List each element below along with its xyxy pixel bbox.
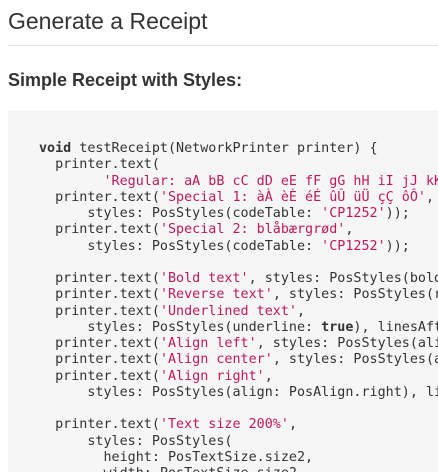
code-text: , — [425, 189, 435, 205]
code-line: 'Regular: aA bB cC dD eE fF gG hH iI jJ … — [39, 174, 438, 190]
code-string: 'Special 1: àÀ èÈ éÉ ûÛ üÜ çÇ ôÔ' — [159, 189, 426, 205]
code-line: printer.text('Align left', styles: PosSt… — [39, 336, 438, 352]
code-text: testReceipt(NetworkPrinter printer) { — [71, 141, 378, 156]
code-text: ), linesAfter — [353, 319, 438, 335]
code-string: 'Align left' — [159, 336, 257, 351]
code-string: 'Align center' — [159, 352, 273, 368]
code-string: 'Align right' — [159, 368, 265, 384]
code-line: printer.text('Align center', styles: Pos… — [39, 352, 438, 368]
code-text: styles: PosStyles(align: PosAlign.right)… — [39, 384, 438, 400]
code-text: printer.text( — [39, 287, 160, 303]
code-string: 'Bold text' — [159, 271, 249, 286]
code-text: styles: PosStyles(underline: — [39, 319, 322, 335]
code-line: styles: PosStyles(underline: true), line… — [39, 320, 438, 336]
code-text: height: PosTextSize.size2, — [39, 449, 314, 465]
code-keyword: void — [39, 141, 72, 156]
code-line: styles: PosStyles(align: PosAlign.right)… — [39, 385, 438, 401]
code-text: , — [288, 417, 297, 433]
code-line: printer.text('Underlined text', — [39, 304, 438, 320]
code-line: printer.text('Special 1: àÀ èÈ éÉ ûÛ üÜ … — [39, 190, 438, 206]
code-line: printer.text('Text size 200%', — [39, 417, 438, 433]
code-line: width: PosTextSize.size2, — [39, 466, 438, 472]
code-line: printer.text('Bold text', styles: PosSty… — [39, 271, 438, 287]
page-title: Generate a Receipt — [8, 8, 208, 34]
code-string: 'CP1252' — [321, 206, 386, 221]
code-string: 'Text size 200%' — [159, 417, 289, 433]
code-keyword: true — [321, 319, 354, 335]
code-text: )); — [385, 238, 410, 254]
code-text: , — [297, 303, 306, 319]
code-text: , styles: PosStyles(re — [272, 287, 438, 303]
code-text: styles: PosStyles(codeTable: — [39, 238, 322, 254]
code-line: styles: PosStyles(codeTable: 'CP1252')); — [39, 206, 438, 222]
title-divider — [8, 45, 438, 46]
code-text: printer.text( — [39, 157, 160, 173]
code-line: printer.text('Reverse text', styles: Pos… — [39, 287, 438, 303]
code-string: 'Special 2: blåbærgrød' — [159, 222, 346, 238]
code-text: printer.text( — [39, 189, 160, 205]
code-string: 'CP1252' — [321, 238, 386, 254]
code-text: width: PosTextSize.size2, — [39, 466, 305, 472]
code-text: styles: PosStyles(codeTable: — [39, 206, 322, 221]
code-line: styles: PosStyles(codeTable: 'CP1252')); — [39, 239, 438, 255]
code-text: printer.text( — [39, 271, 160, 286]
code-line: height: PosTextSize.size2, — [39, 450, 438, 466]
code-text: printer.text( — [39, 336, 160, 351]
code-line: printer.text( — [39, 157, 438, 173]
code-string: 'Underlined text' — [159, 303, 297, 319]
code-string: 'Regular: aA bB cC dD eE fF gG hH iI jJ … — [103, 173, 438, 189]
code-line: printer.text('Align right', — [39, 369, 438, 385]
code-block[interactable]: void testReceipt(NetworkPrinter printer)… — [8, 110, 438, 472]
code-line: void testReceipt(NetworkPrinter printer)… — [39, 141, 438, 157]
code-text: , styles: PosStyles(al — [272, 352, 438, 368]
code-text: printer.text( — [39, 222, 160, 238]
code-text: styles: PosStyles( — [39, 433, 233, 449]
code-line: printer.text('Special 2: blåbærgrød', — [39, 222, 438, 238]
code-text: , — [345, 222, 354, 238]
code-text: , styles: PosStyles(bold: — [248, 271, 438, 286]
code-text: printer.text( — [39, 368, 160, 384]
code-text: , — [264, 368, 273, 384]
code-text: printer.text( — [39, 352, 160, 368]
code-listing: void testReceipt(NetworkPrinter printer)… — [39, 141, 438, 472]
code-text: printer.text( — [39, 303, 160, 319]
section-heading: Simple Receipt with Styles: — [8, 70, 243, 90]
code-string: 'Reverse text' — [159, 287, 273, 303]
code-text: )); — [385, 206, 410, 221]
code-text: printer.text( — [39, 417, 160, 433]
code-text: , styles: PosStyles(alig — [256, 336, 438, 351]
code-line: styles: PosStyles( — [39, 434, 438, 450]
